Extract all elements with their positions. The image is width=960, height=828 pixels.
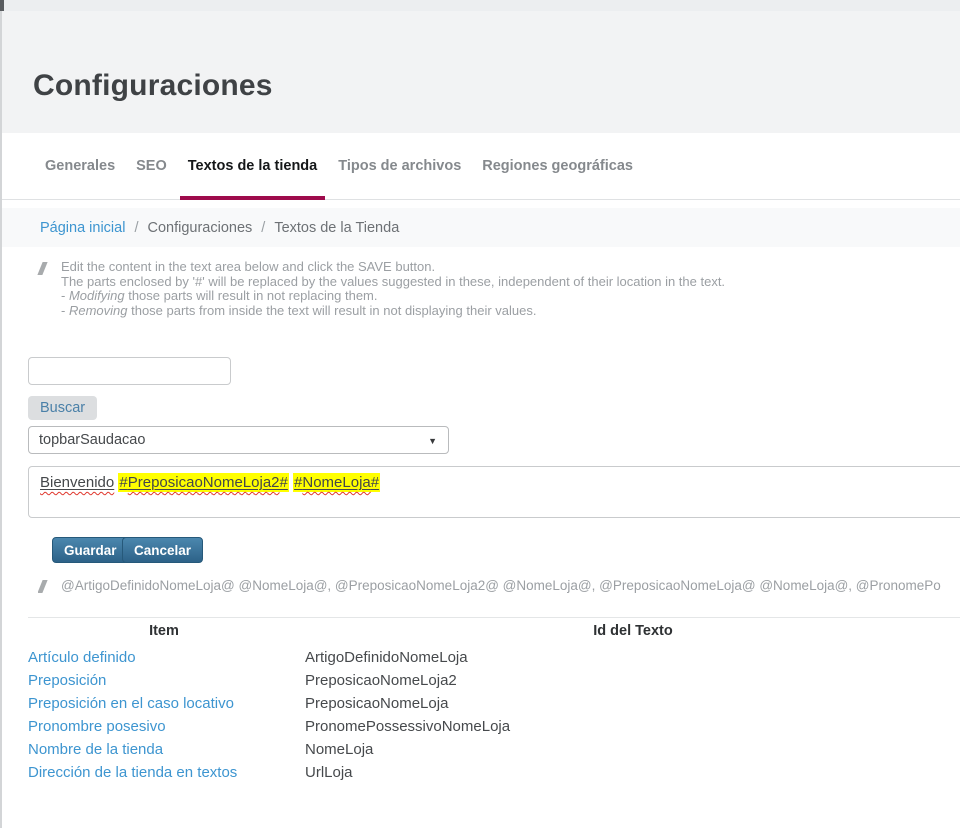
buscar-button[interactable]: Buscar <box>28 396 97 420</box>
note-segment: Modifying <box>69 288 125 303</box>
breadcrumb-item-textos-de-la-tienda: Textos de la Tienda <box>274 220 399 236</box>
breadcrumb-item-configuraciones: Configuraciones <box>147 220 252 236</box>
table-row: Dirección de la tienda en textos UrlLoja <box>28 761 960 784</box>
item-cell: Preposición en el caso locativo <box>28 695 305 712</box>
text-id-cell: NomeLoja <box>305 741 373 758</box>
note-line: - Modifying those parts will result in n… <box>61 289 725 304</box>
cancelar-button[interactable]: Cancelar <box>122 537 203 563</box>
guardar-button[interactable]: Guardar <box>52 537 129 563</box>
item-link-pronombre-posesivo[interactable]: Pronombre posesivo <box>28 718 166 735</box>
item-link-articulo-definido[interactable]: Artículo definido <box>28 649 136 666</box>
note-segment: - <box>61 303 69 318</box>
item-link-preposicion-en-el-caso-locativo[interactable]: Preposición en el caso locativo <box>28 695 234 712</box>
table-row: Artículo definido ArtigoDefinidoNomeLoja <box>28 646 960 669</box>
note-segment: Removing <box>69 303 128 318</box>
table-header: Item Id del Texto <box>28 623 960 639</box>
editor-token-tag: #NomeLoja# <box>293 473 380 492</box>
item-cell: Pronombre posesivo <box>28 718 305 735</box>
table-row: Preposición en el caso locativo Preposica… <box>28 692 960 715</box>
tag-body: #PreposicaoNomeLoja2# <box>119 474 287 491</box>
note-segment: - <box>61 288 69 303</box>
tag-name: NomeLoja <box>302 474 370 491</box>
page-header: Configuraciones <box>2 11 960 133</box>
breadcrumb-separator: / <box>134 220 138 236</box>
tab-bar: GeneralesSEOTextos de la tiendaTipos de … <box>2 133 960 200</box>
tab-generales[interactable]: Generales <box>37 133 123 199</box>
placeholders-note: @ArtigoDefinidoNomeLoja@ @NomeLoja@, @Pr… <box>38 578 960 594</box>
misspelled-word: Bienvenido <box>40 474 114 491</box>
item-cell: Preposición <box>28 672 305 689</box>
item-link-direccion-de-la-tienda-en-textos[interactable]: Dirección de la tienda en textos <box>28 764 237 781</box>
item-cell: Artículo definido <box>28 649 305 666</box>
tab-seo[interactable]: SEO <box>128 133 175 199</box>
breadcrumb-item-pagina-inicial[interactable]: Página inicial <box>40 220 125 236</box>
editor-token-tag: #PreposicaoNomeLoja2# <box>118 473 288 492</box>
text-id-cell: UrlLoja <box>305 764 353 781</box>
tag-body: #NomeLoja# <box>294 474 379 491</box>
note-icon <box>37 262 47 275</box>
item-cell: Nombre de la tienda <box>28 741 305 758</box>
select-value: topbarSaudacao <box>29 432 145 448</box>
text-id-cell: ArtigoDefinidoNomeLoja <box>305 649 468 666</box>
note-segment: those parts will result in not replacing… <box>125 288 378 303</box>
text-id-cell: PreposicaoNomeLoja <box>305 695 448 712</box>
table-row: Nombre de la tienda NomeLoja <box>28 738 960 761</box>
corner-notch <box>0 0 4 11</box>
column-header-item: Item <box>28 623 300 639</box>
text-id-cell: PronomePossessivoNomeLoja <box>305 718 510 735</box>
text-id-cell: PreposicaoNomeLoja2 <box>305 672 457 689</box>
table-row: Preposición PreposicaoNomeLoja2 <box>28 669 960 692</box>
editor-token-word: Bienvenido <box>40 474 114 491</box>
page-title: Configuraciones <box>33 69 273 103</box>
note-segment: those parts from inside the text will re… <box>127 303 536 318</box>
note-line: - Removing those parts from inside the t… <box>61 304 725 319</box>
text-editor[interactable]: Bienvenido #PreposicaoNomeLoja2# #NomeLo… <box>28 466 960 518</box>
search-input[interactable] <box>28 357 231 385</box>
texts-table: Artículo definido ArtigoDefinidoNomeLoja P… <box>28 646 960 784</box>
table-row: Pronombre posesivo PronomePossessivoNomeL… <box>28 715 960 738</box>
breadcrumb: Página inicial / Configuraciones / Textos de… <box>2 208 960 247</box>
note-segment: Edit the content in the text area below … <box>61 259 435 274</box>
breadcrumb-separator: / <box>261 220 265 236</box>
chevron-down-icon: ▼ <box>428 436 437 446</box>
table-divider <box>28 617 960 618</box>
note-line: The parts enclosed by '#' will be replac… <box>61 275 725 290</box>
tab-regiones-geograficas[interactable]: Regiones geográficas <box>474 133 641 199</box>
item-link-preposicion[interactable]: Preposición <box>28 672 106 689</box>
item-link-nombre-de-la-tienda[interactable]: Nombre de la tienda <box>28 741 163 758</box>
tag-name: PreposicaoNomeLoja2 <box>128 474 280 491</box>
note-icon <box>38 580 48 593</box>
placeholders-text: @ArtigoDefinidoNomeLoja@ @NomeLoja@, @Pr… <box>61 578 941 594</box>
instructions-note: Edit the content in the text area below … <box>38 260 938 318</box>
note-segment: The parts enclosed by '#' will be replac… <box>61 274 725 289</box>
top-strip <box>0 0 960 11</box>
note-line: Edit the content in the text area below … <box>61 260 725 275</box>
instructions-lines: Edit the content in the text area below … <box>61 260 725 318</box>
column-header-id: Id del Texto <box>300 623 960 639</box>
tab-textos-de-la-tienda[interactable]: Textos de la tienda <box>180 133 325 199</box>
item-cell: Dirección de la tienda en textos <box>28 764 305 781</box>
tab-tipos-de-archivos[interactable]: Tipos de archivos <box>330 133 469 199</box>
text-key-select[interactable]: topbarSaudacao ▼ <box>28 426 449 454</box>
settings-page: Configuraciones GeneralesSEOTextos de la… <box>0 0 960 828</box>
